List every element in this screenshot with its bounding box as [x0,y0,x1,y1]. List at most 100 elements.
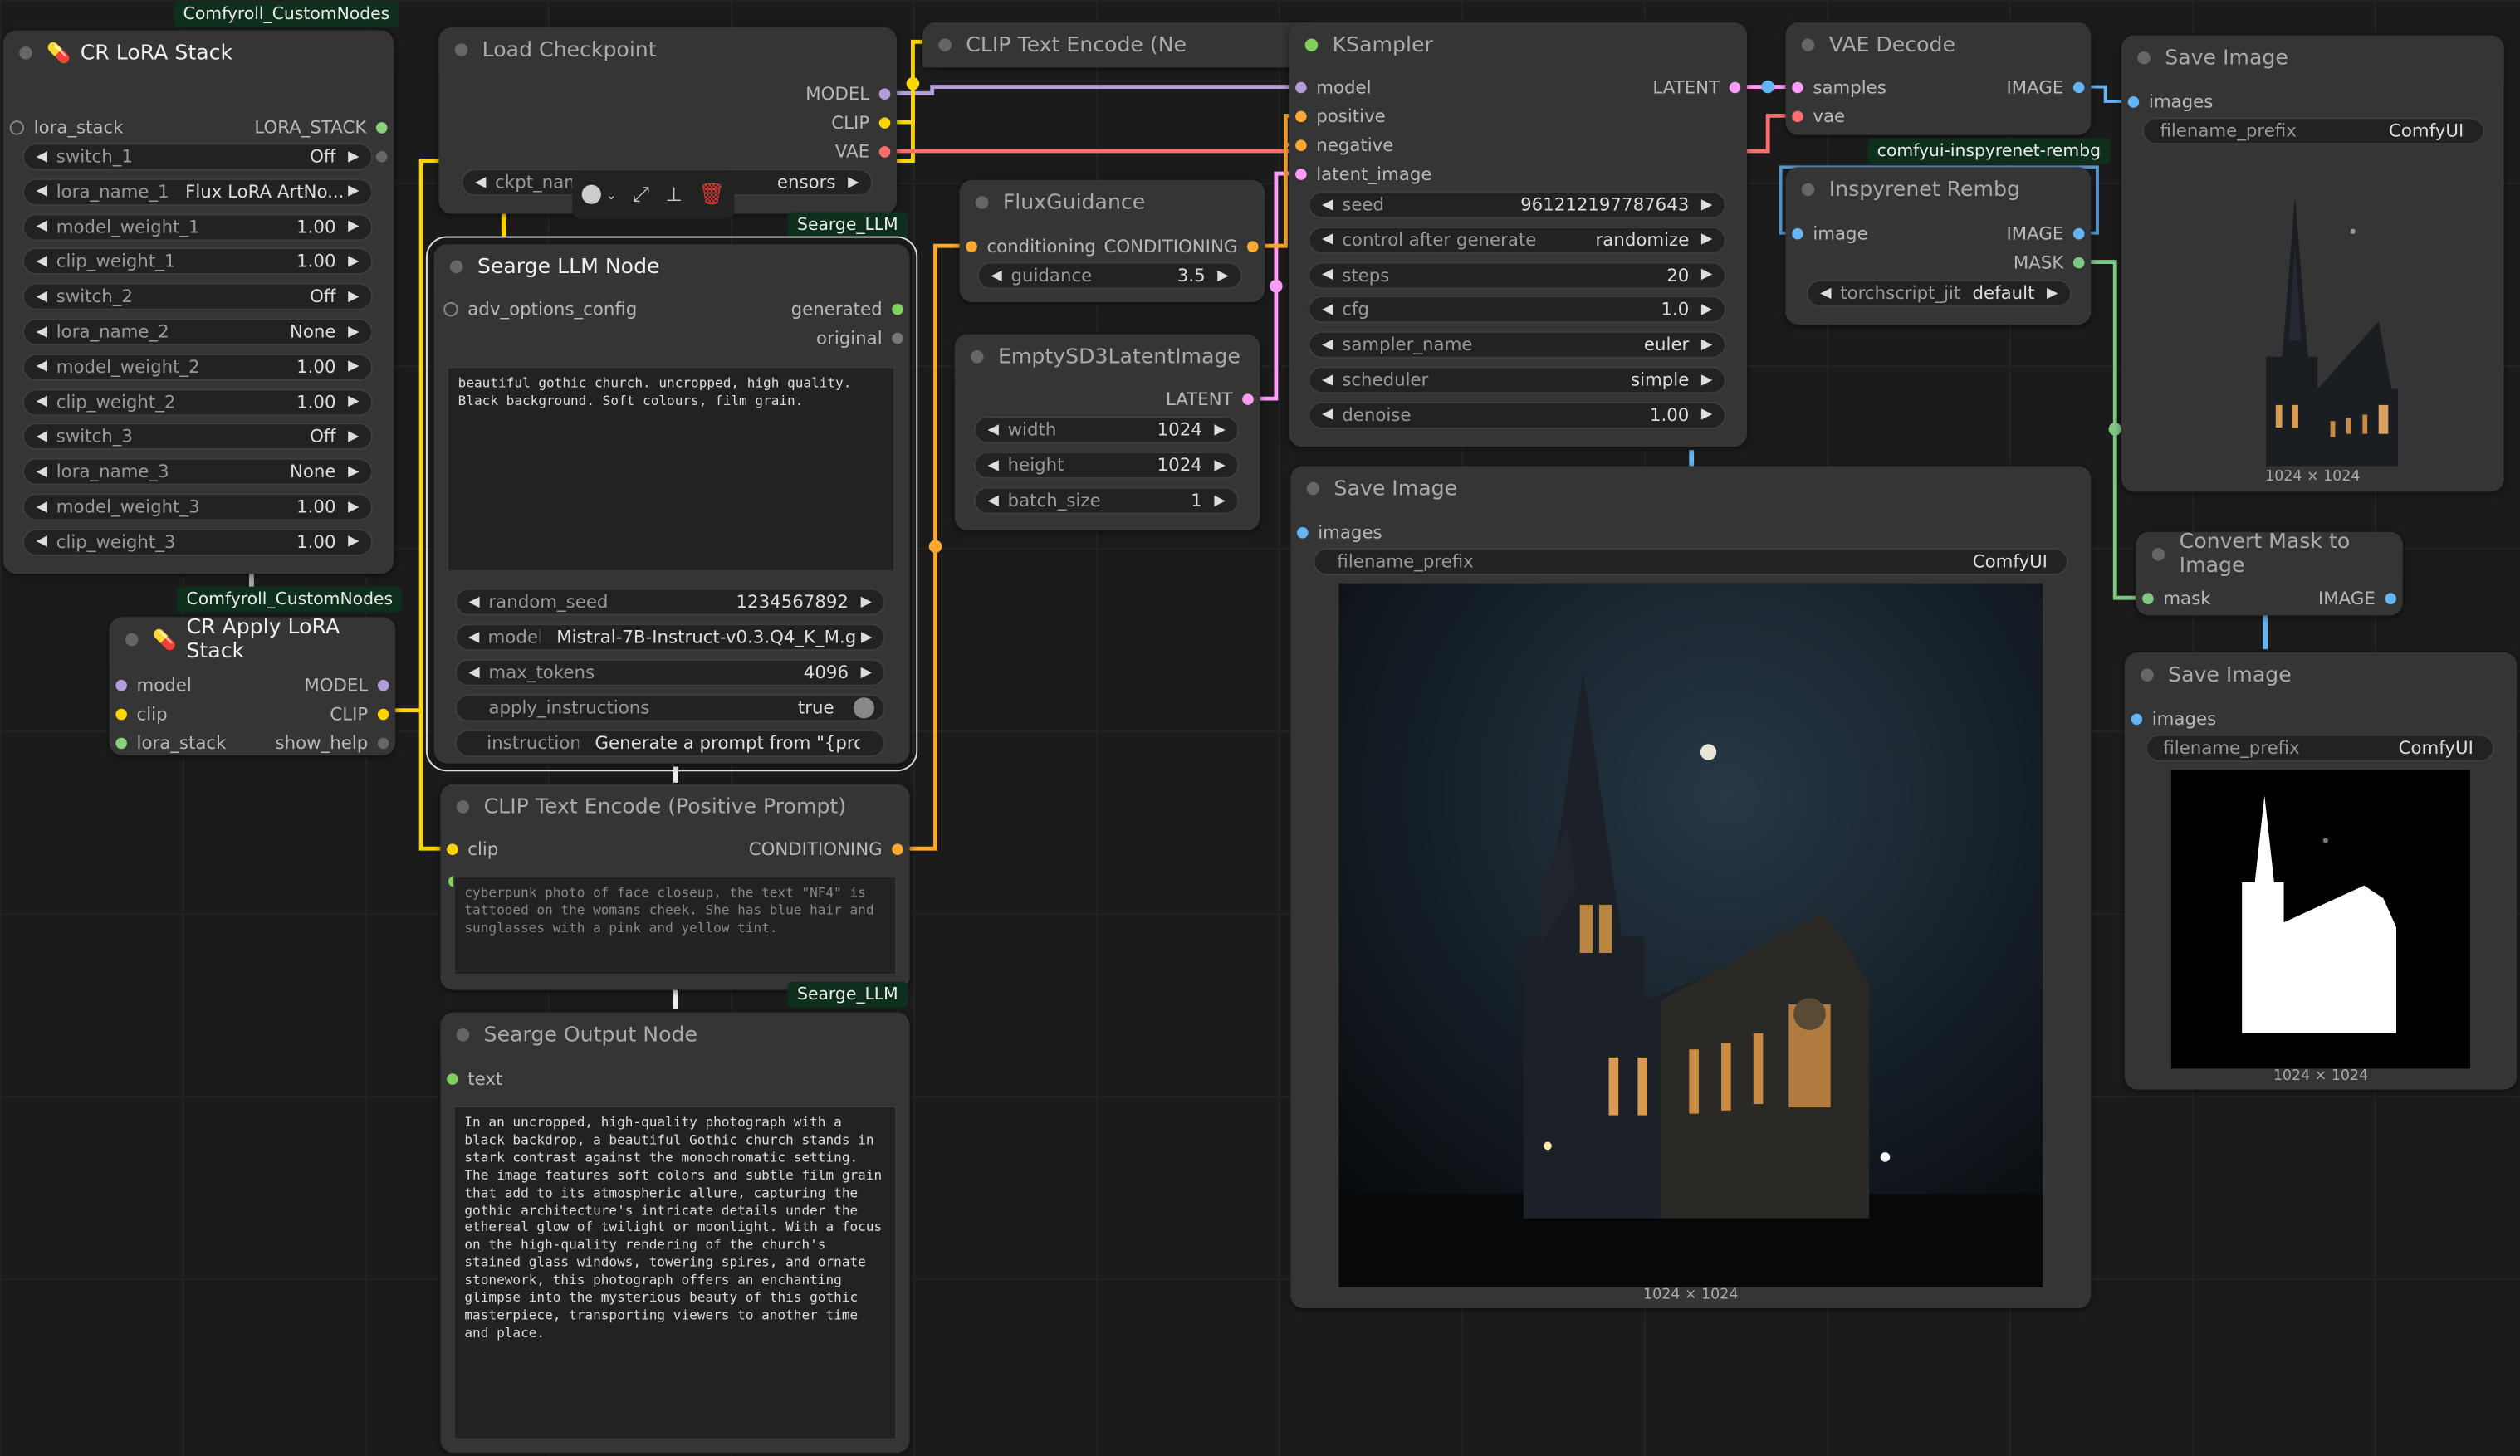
node-title[interactable]: Convert Mask to Image [2136,530,2403,579]
node-title[interactable]: KSampler [1289,22,1747,68]
increment-arrow-icon[interactable]: ▶ [1699,232,1715,247]
output-image[interactable]: IMAGE [2007,74,2085,100]
graph-canvas[interactable]: Comfyroll_CustomNodes 💊 CR LoRA Stack lor… [0,0,2520,1456]
decrement-arrow-icon[interactable]: ◀ [1319,337,1335,353]
bypass-icon[interactable]: ⤢ [633,183,649,207]
collapse-dot-icon[interactable] [2141,668,2154,682]
increment-arrow-icon[interactable]: ▶ [1699,407,1715,423]
collapse-dot-icon[interactable] [456,800,470,814]
output-generated[interactable]: generated [791,296,903,321]
increment-arrow-icon[interactable]: ▶ [1699,302,1715,318]
increment-arrow-icon[interactable]: ▶ [1699,372,1715,388]
lora-widget-10[interactable]: ◀ model_weight_3 1.00 ▶ [22,493,374,521]
decrement-arrow-icon[interactable]: ◀ [1319,197,1335,213]
decrement-arrow-icon[interactable]: ◀ [34,149,50,164]
save-image-node-transparent[interactable]: Save Image images filename_prefix ComfyUI… [2121,35,2504,492]
node-title[interactable]: 💊 CR Apply LoRA Stack [109,615,396,664]
mask-image-preview[interactable] [2170,770,2471,1069]
collapse-dot-icon[interactable] [125,633,139,647]
vae-decode-node[interactable]: VAE Decode samples vae IMAGE [1785,22,2092,135]
decrement-arrow-icon[interactable]: ◀ [1319,407,1335,423]
output-textarea[interactable]: In an uncropped, high-quality photograph… [453,1105,898,1440]
input-text[interactable]: text [447,1066,502,1092]
torchscript-jit-widget[interactable]: ◀ torchscript_jit default ▶ [1806,279,2072,307]
save-image-node-main[interactable]: Save Image images filename_prefix ComfyUI [1290,466,2092,1308]
decrement-arrow-icon[interactable]: ◀ [34,183,50,199]
ksampler-widget-5[interactable]: ◀ scheduler simple ▶ [1308,366,1726,394]
decrement-arrow-icon[interactable]: ◀ [986,492,1001,508]
collapse-dot-icon[interactable] [975,196,989,209]
increment-arrow-icon[interactable]: ▶ [1211,422,1227,437]
decrement-arrow-icon[interactable]: ◀ [34,429,50,445]
lora-widget-11[interactable]: ◀ clip_weight_3 1.00 ▶ [22,528,374,556]
increment-arrow-icon[interactable]: ▶ [345,394,361,410]
input-images[interactable]: images [1297,519,1382,545]
increment-arrow-icon[interactable]: ▶ [345,218,361,234]
lora-widget-5[interactable]: ◀ lora_name_2 None ▶ [22,318,374,346]
increment-arrow-icon[interactable]: ▶ [1699,337,1715,353]
increment-arrow-icon[interactable]: ▶ [345,499,361,515]
ksampler-widget-0[interactable]: ◀ seed 961212197787643 ▶ [1308,191,1726,219]
node-title[interactable]: Inspyrenet Rembg [1785,167,2092,213]
latent-widget-2[interactable]: ◀ batch_size 1 ▶ [973,486,1240,515]
input-image[interactable]: image [1792,220,1868,246]
output-model[interactable]: MODEL [304,672,389,697]
lora-widget-8[interactable]: ◀ switch_3 Off ▶ [22,423,374,451]
input-model[interactable]: model [1295,74,1372,100]
searge-llm-node[interactable]: Searge LLM Node adv_options_config gener… [425,236,918,772]
decrement-arrow-icon[interactable]: ◀ [34,534,50,550]
increment-arrow-icon[interactable]: ▶ [345,254,361,270]
output-vae[interactable]: VAE [835,138,891,164]
lora-widget-2[interactable]: ◀ model_weight_1 1.00 ▶ [22,213,374,241]
node-title[interactable]: Load Checkpoint [438,27,898,73]
output-latent[interactable]: LATENT [1652,74,1741,100]
node-title[interactable]: Searge LLM Node [433,244,910,290]
decrement-arrow-icon[interactable]: ◀ [986,457,1001,473]
clip-text-encode-positive-node[interactable]: CLIP Text Encode (Positive Prompt) clip … [440,784,910,990]
node-title[interactable]: 💊 CR LoRA Stack [2,30,394,76]
prompt-textarea[interactable]: beautiful gothic church. uncropped, high… [447,366,896,573]
ksampler-widget-1[interactable]: ◀ control after generate randomize ▶ [1308,226,1726,254]
node-title[interactable]: FluxGuidance [959,179,1265,226]
collapse-dot-icon[interactable] [449,260,463,274]
output-conditioning[interactable]: CONDITIONING [749,836,903,862]
increment-arrow-icon[interactable]: ▶ [345,429,361,445]
node-title[interactable]: EmptySD3LatentImage [954,334,1260,379]
increment-arrow-icon[interactable]: ▶ [859,629,873,645]
delete-icon[interactable]: 🗑 [698,183,725,207]
collapse-dot-icon[interactable] [1801,38,1815,51]
decrement-arrow-icon[interactable]: ◀ [986,422,1001,437]
collapse-dot-icon[interactable] [454,43,468,56]
node-title[interactable]: Save Image [1290,466,2092,511]
output-lora-stack[interactable]: LORA_STACK [254,114,388,139]
gothic-church-image[interactable] [1338,583,2043,1287]
decrement-arrow-icon[interactable]: ◀ [34,394,50,410]
increment-arrow-icon[interactable]: ▶ [1211,457,1227,473]
output-clip[interactable]: CLIP [330,701,389,726]
node-toolbar[interactable]: ⌄ ⤢ ⊥ 🗑 [572,170,735,219]
increment-arrow-icon[interactable]: ▶ [1699,267,1715,283]
decrement-arrow-icon[interactable]: ◀ [34,254,50,270]
output-model[interactable]: MODEL [805,81,891,106]
input-images[interactable]: images [2127,88,2213,114]
decrement-arrow-icon[interactable]: ◀ [1319,372,1335,388]
guidance-widget[interactable]: ◀ guidance 3.5 ▶ [976,261,1243,290]
decrement-arrow-icon[interactable]: ◀ [466,665,482,681]
lora-widget-7[interactable]: ◀ clip_weight_2 1.00 ▶ [22,388,374,416]
ksampler-widget-4[interactable]: ◀ sampler_name euler ▶ [1308,331,1726,359]
pin-icon[interactable]: ⊥ [666,183,683,206]
increment-arrow-icon[interactable]: ▶ [345,464,361,480]
input-mask[interactable]: mask [2142,585,2211,611]
input-conditioning[interactable]: conditioning [966,233,1096,259]
output-original[interactable]: original [816,325,903,350]
lora-widget-6[interactable]: ◀ model_weight_2 1.00 ▶ [22,353,374,381]
increment-arrow-icon[interactable]: ▶ [345,289,361,305]
decrement-arrow-icon[interactable]: ◀ [466,594,482,609]
collapse-dot-icon[interactable] [19,46,32,60]
cr-apply-lora-stack-node[interactable]: 💊 CR Apply LoRA Stack model clip lora_sta… [109,615,396,755]
node-title[interactable]: CLIP Text Encode (Ne [922,22,1315,68]
cr-lora-stack-node[interactable]: 💊CR LoRA Stack lora_stack LORA_STACK sho… [2,30,394,574]
filename-prefix-widget[interactable]: filename_prefix ComfyUI [2142,117,2485,145]
llm-widget-4[interactable]: ◀instructionsGenerate a prompt from "{pr… [454,729,886,757]
searge-output-node[interactable]: Searge Output Node text In an uncropped,… [440,1012,910,1454]
